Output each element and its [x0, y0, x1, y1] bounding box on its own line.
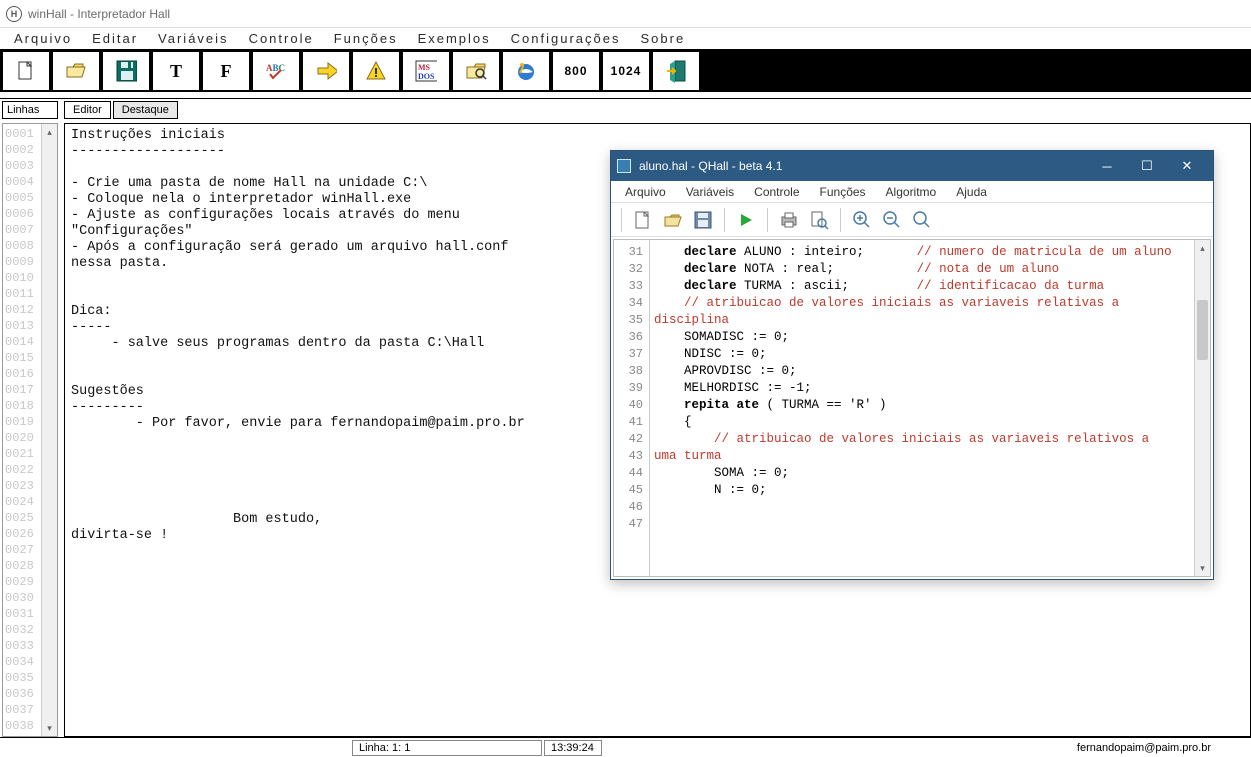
lines-gutter: 0001 0002 0003 0004 0005 0006 0007 0008 … [3, 124, 41, 736]
res-800-button[interactable]: 800 [552, 51, 600, 91]
magnifier-icon [912, 210, 932, 230]
qhall-toolbar [611, 203, 1213, 237]
qhall-code-area: 31 32 33 34 35 36 37 38 39 40 41 42 43 4… [613, 239, 1211, 577]
statusbar: Linha: 1: 1 13:39:24 fernandopaim@paim.p… [0, 737, 1251, 757]
qhall-menubar: Arquivo Variáveis Controle Funções Algor… [611, 181, 1213, 203]
qmenu-ajuda[interactable]: Ajuda [946, 185, 997, 199]
scroll-up-icon[interactable]: ▴ [1195, 240, 1210, 256]
titlebar: H winHall - Interpretador Hall [0, 0, 1251, 28]
qhall-code[interactable]: declare ALUNO : inteiro; // numero de ma… [650, 240, 1194, 576]
find-button[interactable] [452, 51, 500, 91]
arrow-right-icon [315, 60, 337, 82]
label-1024: 1024 [611, 64, 642, 78]
open-button[interactable] [52, 51, 100, 91]
new-button[interactable] [2, 51, 50, 91]
menu-editar[interactable]: Editar [82, 31, 148, 46]
abc-check-icon: ABC [265, 60, 287, 82]
qmenu-controle[interactable]: Controle [744, 185, 809, 199]
qhall-print-button[interactable] [776, 207, 802, 233]
scroll-down-icon[interactable]: ▾ [1195, 560, 1210, 576]
qhall-save-button[interactable] [690, 207, 716, 233]
menu-variaveis[interactable]: Variáveis [148, 31, 239, 46]
res-1024-button[interactable]: 1024 [602, 51, 650, 91]
window-title: winHall - Interpretador Hall [28, 7, 170, 21]
folder-search-icon [465, 60, 487, 82]
true-button[interactable]: T [152, 51, 200, 91]
qmenu-variaveis[interactable]: Variáveis [676, 185, 744, 199]
ie-button[interactable] [502, 51, 550, 91]
letter-T-icon: T [170, 61, 182, 82]
letter-F-icon: F [221, 61, 232, 82]
qhall-app-icon [617, 159, 631, 173]
menu-config[interactable]: Configurações [501, 31, 631, 46]
label-800: 800 [564, 64, 587, 78]
scroll-down-icon[interactable]: ▾ [42, 720, 57, 736]
play-icon [738, 212, 754, 228]
scroll-up-icon[interactable]: ▴ [42, 124, 57, 140]
svg-text:MS: MS [418, 63, 431, 72]
lines-panel: Linhas 0001 0002 0003 0004 0005 0006 000… [0, 99, 62, 737]
close-button[interactable]: ✕ [1167, 151, 1207, 181]
abc-button[interactable]: ABC [252, 51, 300, 91]
qmenu-algoritmo[interactable]: Algoritmo [876, 185, 947, 199]
qhall-zoomin-button[interactable] [849, 207, 875, 233]
status-line: Linha: 1: 1 [352, 740, 542, 756]
qhall-titlebar[interactable]: aluno.hal - QHall - beta 4.1 ─ ☐ ✕ [611, 151, 1213, 181]
status-email: fernandopaim@paim.pro.br [1077, 742, 1251, 754]
qhall-run-button[interactable] [733, 207, 759, 233]
floppy-icon [694, 211, 712, 229]
doc-search-icon [809, 210, 829, 230]
exit-door-icon [665, 60, 687, 82]
tab-destaque[interactable]: Destaque [113, 101, 178, 119]
qhall-new-button[interactable] [630, 207, 656, 233]
minimize-button[interactable]: ─ [1087, 151, 1127, 181]
scroll-thumb[interactable] [1197, 300, 1208, 360]
tab-editor[interactable]: Editor [64, 101, 111, 119]
warning-icon [365, 60, 387, 82]
msdos-icon: MSDOS [415, 60, 437, 82]
folder-open-icon [65, 60, 87, 82]
toolbar: T F ABC MSDOS 800 1024 [0, 50, 1251, 92]
run-button[interactable] [302, 51, 350, 91]
editor-tabs: Editor Destaque [64, 101, 1251, 119]
lines-list: 0001 0002 0003 0004 0005 0006 0007 0008 … [2, 123, 58, 737]
menubar: Arquivo Editar Variáveis Controle Funçõe… [0, 28, 1251, 50]
new-doc-icon [634, 210, 652, 230]
qhall-scrollbar[interactable]: ▴ ▾ [1194, 240, 1210, 576]
menu-controle[interactable]: Controle [239, 31, 324, 46]
folder-open-icon [663, 211, 683, 229]
qhall-gutter: 31 32 33 34 35 36 37 38 39 40 41 42 43 4… [614, 240, 650, 576]
zoom-out-icon [882, 210, 902, 230]
zoom-in-icon [852, 210, 872, 230]
false-button[interactable]: F [202, 51, 250, 91]
printer-icon [779, 211, 799, 229]
warning-button[interactable] [352, 51, 400, 91]
save-button[interactable] [102, 51, 150, 91]
menu-funcoes[interactable]: Funções [324, 31, 408, 46]
menu-exemplos[interactable]: Exemplos [408, 31, 501, 46]
status-time: 13:39:24 [544, 740, 602, 756]
menu-arquivo[interactable]: Arquivo [4, 31, 82, 46]
qhall-preview-button[interactable] [806, 207, 832, 233]
app-icon: H [6, 6, 22, 22]
qhall-zoomout-button[interactable] [879, 207, 905, 233]
maximize-button[interactable]: ☐ [1127, 151, 1167, 181]
lines-scrollbar[interactable]: ▴ ▾ [41, 124, 57, 736]
qhall-title: aluno.hal - QHall - beta 4.1 [639, 159, 782, 173]
lines-tab[interactable]: Linhas [2, 101, 58, 119]
exit-button[interactable] [652, 51, 700, 91]
qhall-window: aluno.hal - QHall - beta 4.1 ─ ☐ ✕ Arqui… [610, 150, 1214, 580]
qhall-zoom-button[interactable] [909, 207, 935, 233]
floppy-icon [115, 60, 137, 82]
qmenu-arquivo[interactable]: Arquivo [615, 185, 676, 199]
new-doc-icon [15, 60, 37, 82]
internet-explorer-icon [515, 60, 537, 82]
msdos-button[interactable]: MSDOS [402, 51, 450, 91]
svg-text:ABC: ABC [266, 63, 285, 73]
svg-text:DOS: DOS [418, 72, 435, 81]
qmenu-funcoes[interactable]: Funções [810, 185, 876, 199]
menu-sobre[interactable]: Sobre [630, 31, 695, 46]
qhall-open-button[interactable] [660, 207, 686, 233]
